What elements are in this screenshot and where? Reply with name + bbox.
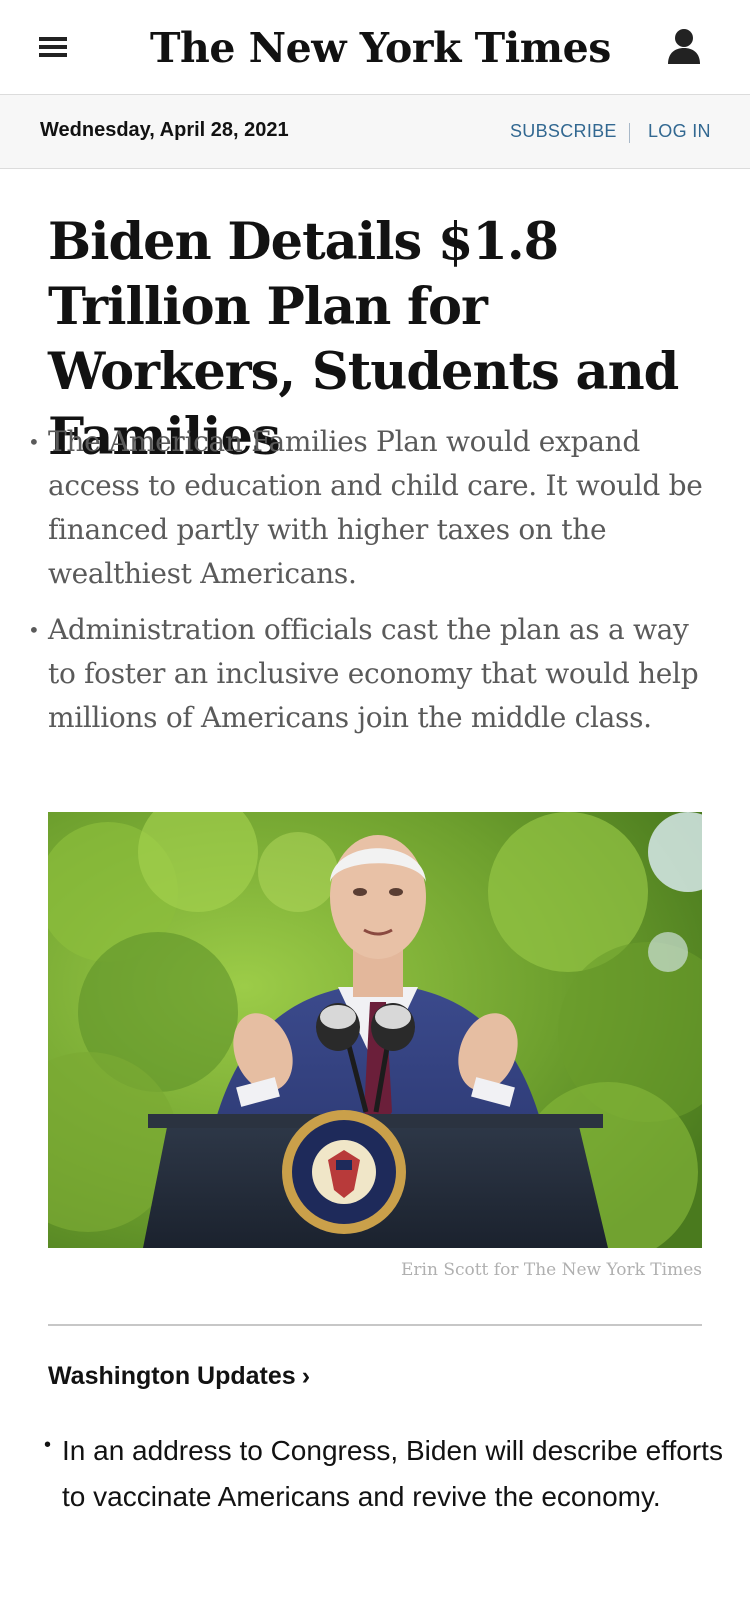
nyt-logo[interactable]: The New York Times (150, 18, 611, 78)
bullet-icon: • (28, 430, 40, 454)
summary-text: Administration officials cast the plan a… (48, 613, 699, 734)
update-text: In an address to Congress, Biden will de… (62, 1435, 723, 1512)
photo-credit: Erin Scott for The New York Times (401, 1260, 702, 1280)
login-link[interactable]: LOG IN (648, 121, 711, 142)
article-photo[interactable] (48, 812, 702, 1248)
masthead: The New York Times (0, 0, 750, 95)
update-item[interactable]: • In an address to Congress, Biden will … (44, 1428, 724, 1520)
divider (629, 123, 630, 143)
person-icon[interactable] (666, 26, 702, 68)
summary-item: • Administration officials cast the plan… (28, 608, 718, 740)
subscribe-link[interactable]: SUBSCRIBE (510, 121, 617, 142)
washington-updates-link[interactable]: Washington Updates › (48, 1362, 310, 1391)
date-bar: Wednesday, April 28, 2021 SUBSCRIBE LOG … (0, 95, 750, 169)
summary-item: • The American Families Plan would expan… (28, 420, 718, 596)
chevron-right-icon: › (301, 1362, 311, 1390)
section-title: Washington Updates (48, 1362, 296, 1390)
current-date: Wednesday, April 28, 2021 (40, 119, 289, 141)
bullet-icon: • (44, 1434, 52, 1456)
section-divider (48, 1324, 702, 1326)
article-summary: • The American Families Plan would expan… (28, 420, 718, 752)
bullet-icon: • (28, 618, 40, 642)
summary-text: The American Families Plan would expand … (48, 425, 703, 590)
hamburger-menu-icon[interactable] (36, 34, 72, 62)
updates-list: • In an address to Congress, Biden will … (44, 1428, 724, 1550)
